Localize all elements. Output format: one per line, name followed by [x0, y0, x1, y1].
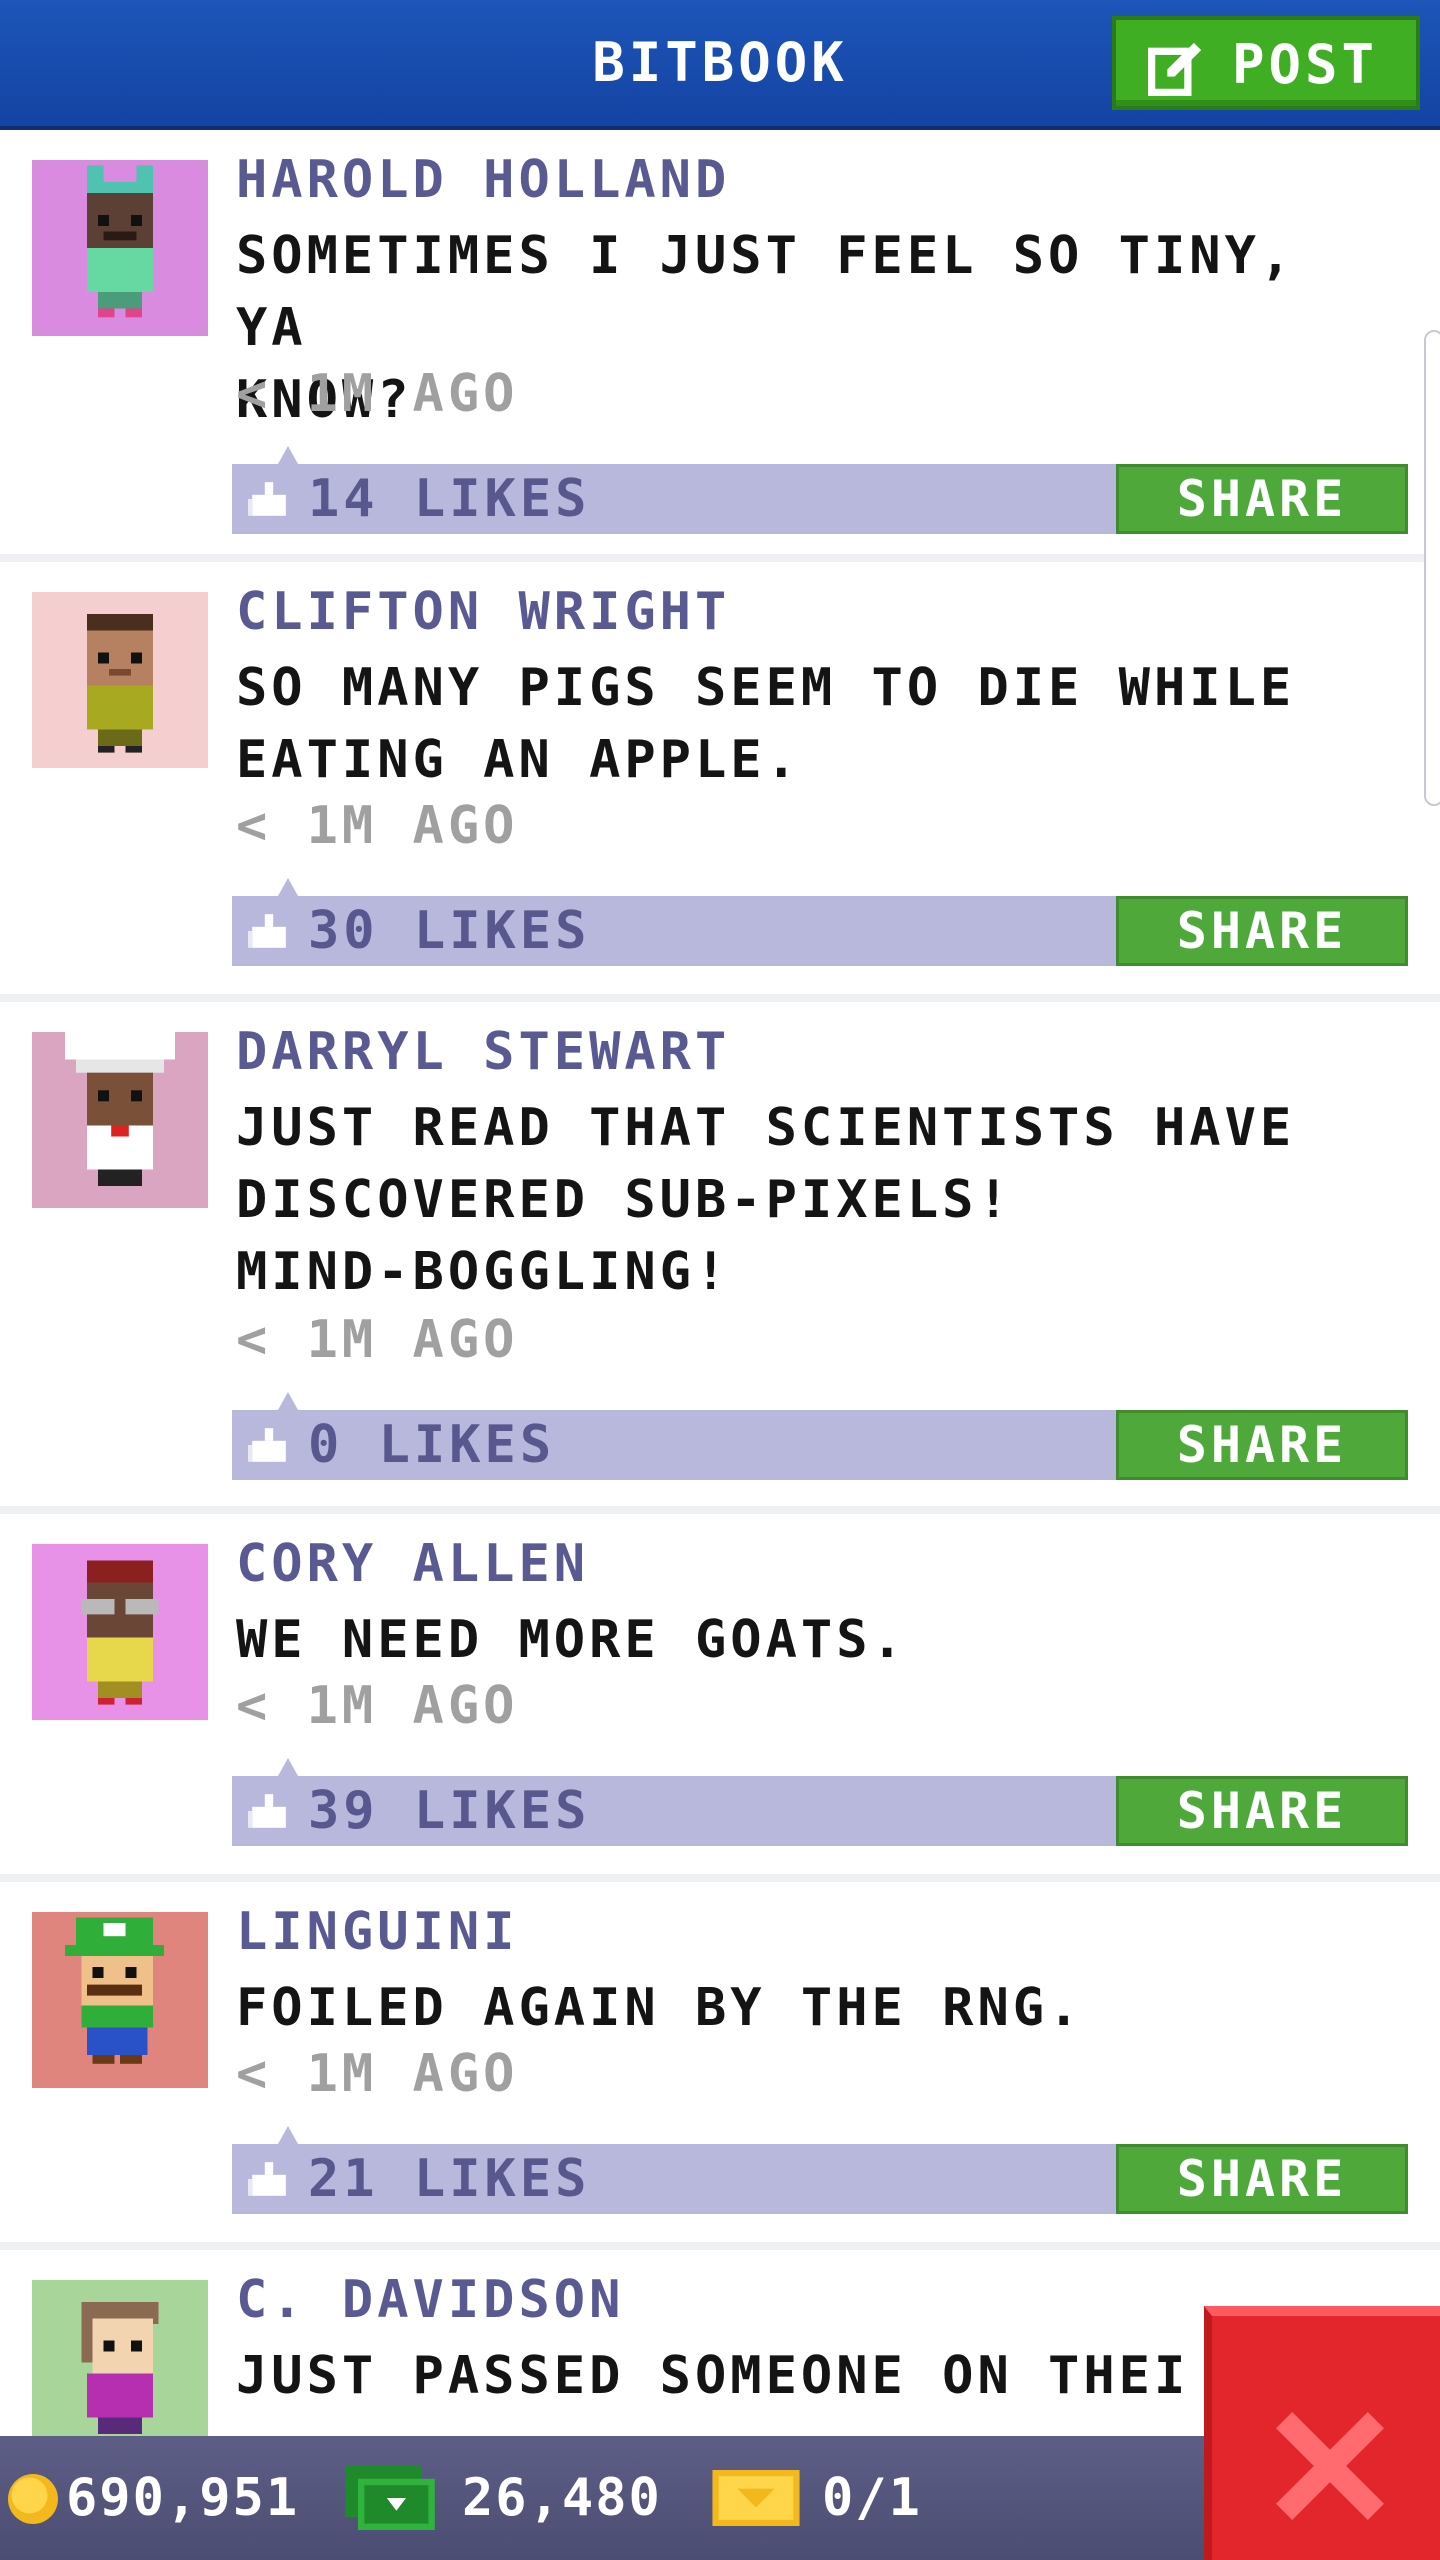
post-text: JUST READ THAT SCIENTISTS HAVE DISCOVERE…	[236, 1098, 1296, 1302]
post-text: JUST PASSED SOMEONE ON THEI	[236, 2346, 1190, 2406]
like-bar[interactable]: 0 LIKES SHARE	[232, 1392, 1408, 1480]
post-button[interactable]: POST	[1112, 16, 1420, 110]
feed-post: HAROLD HOLLAND SOMETIMES I JUST FEEL SO …	[0, 130, 1440, 562]
ticket-count: 0/1	[822, 2468, 922, 2528]
like-bar[interactable]: 39 LIKES SHARE	[232, 1758, 1408, 1846]
share-button[interactable]: SHARE	[1116, 896, 1408, 966]
like-bar[interactable]: 30 LIKES SHARE	[232, 878, 1408, 966]
share-button[interactable]: SHARE	[1116, 1410, 1408, 1480]
like-count: 39 LIKES	[308, 1781, 591, 1841]
feed-post: LINGUINI FOILED AGAIN BY THE RNG. < 1M A…	[0, 1882, 1440, 2250]
thumbs-up-icon	[248, 914, 286, 948]
post-timestamp: < 1M AGO	[236, 1676, 519, 1736]
avatar-image	[32, 1912, 208, 2088]
post-timestamp: < 1M AGO	[236, 364, 519, 424]
coin-icon	[8, 2474, 58, 2524]
post-author[interactable]: DARRYL STEWART	[236, 1020, 730, 1084]
feed-post: DARRYL STEWART JUST READ THAT SCIENTISTS…	[0, 1002, 1440, 1514]
avatar-image	[32, 592, 208, 768]
avatar-image	[32, 1544, 208, 1720]
post-author[interactable]: CLIFTON WRIGHT	[236, 580, 730, 644]
avatar[interactable]	[32, 1912, 208, 2088]
post-author[interactable]: HAROLD HOLLAND	[236, 148, 730, 212]
share-button[interactable]: SHARE	[1116, 1776, 1408, 1846]
share-button[interactable]: SHARE	[1116, 464, 1408, 534]
avatar-image	[32, 2280, 208, 2456]
feed-post: CLIFTON WRIGHT SO MANY PIGS SEEM TO DIE …	[0, 562, 1440, 1002]
post-author[interactable]: CORY ALLEN	[236, 1532, 589, 1596]
avatar[interactable]	[32, 592, 208, 768]
post-text: FOILED AGAIN BY THE RNG.	[236, 1978, 1084, 2038]
avatar[interactable]	[32, 2280, 208, 2456]
like-bar[interactable]: 21 LIKES SHARE	[232, 2126, 1408, 2214]
like-bar-pointer	[278, 878, 298, 896]
bux-icon	[345, 2466, 435, 2530]
avatar[interactable]	[32, 1544, 208, 1720]
like-bar-pointer	[278, 1758, 298, 1776]
post-timestamp: < 1M AGO	[236, 1310, 519, 1370]
post-timestamp: < 1M AGO	[236, 2044, 519, 2104]
thumbs-up-icon	[248, 2162, 286, 2196]
compose-icon	[1148, 42, 1202, 96]
like-count: 21 LIKES	[308, 2149, 591, 2209]
feed-list[interactable]: HAROLD HOLLAND SOMETIMES I JUST FEEL SO …	[0, 130, 1440, 2456]
like-bar-pointer	[278, 1392, 298, 1410]
post-button-label: POST	[1232, 33, 1379, 96]
thumbs-up-icon	[248, 1428, 286, 1462]
feed-post: CORY ALLEN WE NEED MORE GOATS. < 1M AGO …	[0, 1514, 1440, 1882]
like-bar[interactable]: 14 LIKES SHARE	[232, 446, 1408, 534]
scrollbar[interactable]	[1424, 330, 1440, 806]
ticket-icon	[712, 2470, 800, 2526]
avatar[interactable]	[32, 1032, 208, 1208]
bux-count: 26,480	[462, 2468, 662, 2528]
post-timestamp: < 1M AGO	[236, 796, 519, 856]
like-count: 14 LIKES	[308, 469, 591, 529]
like-count: 30 LIKES	[308, 901, 591, 961]
post-author[interactable]: C. DAVIDSON	[236, 2268, 624, 2332]
like-bar-pointer	[278, 446, 298, 464]
close-icon	[1276, 2412, 1384, 2520]
post-text: WE NEED MORE GOATS.	[236, 1610, 907, 1670]
post-text: SO MANY PIGS SEEM TO DIE WHILE EATING AN…	[236, 658, 1296, 790]
avatar-image	[32, 160, 208, 336]
share-button[interactable]: SHARE	[1116, 2144, 1408, 2214]
like-count: 0 LIKES	[308, 1415, 556, 1475]
like-bar-pointer	[278, 2126, 298, 2144]
header-bar: BITBOOK POST	[0, 0, 1440, 130]
close-button[interactable]	[1204, 2306, 1440, 2560]
avatar-image	[32, 1032, 208, 1208]
coin-count: 690,951	[66, 2468, 300, 2528]
avatar[interactable]	[32, 160, 208, 336]
post-author[interactable]: LINGUINI	[236, 1900, 518, 1964]
thumbs-up-icon	[248, 482, 286, 516]
thumbs-up-icon	[248, 1794, 286, 1828]
